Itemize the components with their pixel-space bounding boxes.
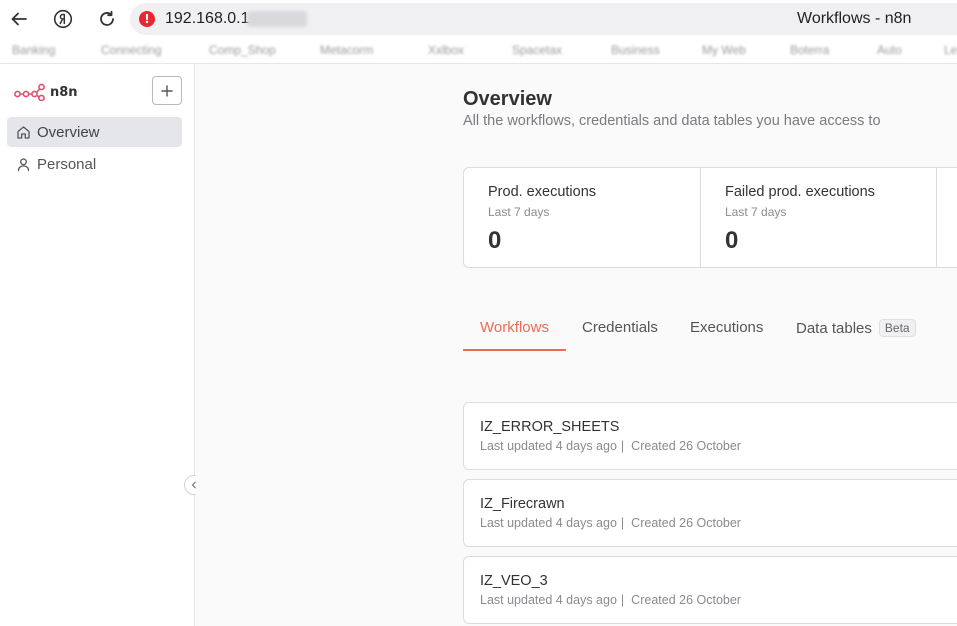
tab-workflows[interactable]: Workflows bbox=[463, 319, 566, 351]
reload-button[interactable] bbox=[94, 6, 120, 32]
address-url: 192.168.0.1 bbox=[165, 10, 250, 27]
bookmark-item[interactable]: Comp_Shop bbox=[209, 43, 276, 57]
bookmark-item[interactable]: Boterra bbox=[790, 43, 829, 57]
bookmark-item[interactable]: Spacetax bbox=[512, 43, 562, 57]
workflow-name: IZ_VEO_3 bbox=[480, 573, 548, 589]
workflow-meta: Last updated 4 days ago | Created 26 Octob… bbox=[480, 593, 741, 607]
bookmark-item[interactable]: Metacorm bbox=[320, 43, 373, 57]
sidebar: n8n Overview Personal bbox=[0, 64, 195, 626]
address-url-redacted bbox=[247, 11, 307, 27]
yandex-icon bbox=[53, 9, 73, 29]
meta-separator: | bbox=[620, 439, 625, 453]
browser-toolbar: ! 192.168.0.1 Workflows - n8n bbox=[0, 0, 957, 38]
bookmark-item[interactable]: Auto bbox=[877, 43, 902, 57]
execution-stats-panel: Prod. executions Last 7 days 0 Failed pr… bbox=[463, 167, 957, 268]
bookmark-item[interactable]: My Web bbox=[702, 43, 746, 57]
stat-failed-prod-executions[interactable]: Failed prod. executions Last 7 days 0 bbox=[701, 168, 937, 267]
meta-separator: | bbox=[620, 593, 625, 607]
workflow-card[interactable]: IZ_ERROR_SHEETS Last updated 4 days ago |… bbox=[463, 402, 957, 470]
page-subtitle: All the workflows, credentials and data … bbox=[463, 113, 881, 129]
stat-label: Prod. executions bbox=[488, 184, 597, 200]
yandex-button[interactable] bbox=[50, 6, 76, 32]
tab-executions[interactable]: Executions bbox=[690, 319, 763, 351]
sidebar-item-label: Personal bbox=[37, 155, 97, 173]
bookmark-item[interactable]: Business bbox=[611, 43, 660, 57]
stat-period: Last 7 days bbox=[725, 205, 787, 219]
workflow-updated: Last updated 4 days ago bbox=[480, 593, 617, 607]
main-content: Overview All the workflows, credentials … bbox=[196, 64, 957, 626]
workflow-card[interactable]: IZ_VEO_3 Last updated 4 days ago | Created… bbox=[463, 556, 957, 624]
workflow-name: IZ_Firecrawn bbox=[480, 496, 565, 512]
bookmark-item[interactable]: Connecting bbox=[101, 43, 162, 57]
workflow-updated: Last updated 4 days ago bbox=[480, 516, 617, 530]
brand-name: n8n bbox=[50, 84, 78, 100]
arrow-left-icon bbox=[11, 12, 27, 26]
home-icon bbox=[15, 124, 31, 140]
stat-value: 0 bbox=[725, 227, 739, 254]
user-icon bbox=[15, 156, 31, 172]
security-warning-icon[interactable]: ! bbox=[139, 11, 155, 27]
address-bar[interactable]: ! 192.168.0.1 Workflows - n8n bbox=[130, 3, 957, 35]
workflow-created: Created 26 October bbox=[631, 593, 741, 607]
sidebar-item-overview[interactable]: Overview bbox=[7, 117, 182, 147]
meta-separator: | bbox=[620, 516, 625, 530]
back-button[interactable] bbox=[6, 6, 32, 32]
tab-data-tables[interactable]: Data tables Beta bbox=[796, 319, 916, 351]
tab-credentials[interactable]: Credentials bbox=[582, 319, 658, 351]
stat-label: Failed prod. executions bbox=[725, 184, 875, 200]
page-title-tab: Workflows - n8n bbox=[797, 10, 912, 27]
workflow-name: IZ_ERROR_SHEETS bbox=[480, 419, 620, 435]
workflow-created: Created 26 October bbox=[631, 439, 741, 453]
reload-icon bbox=[100, 10, 114, 26]
create-button[interactable] bbox=[152, 76, 182, 105]
workflow-created: Created 26 October bbox=[631, 516, 741, 530]
brand-logo[interactable]: n8n bbox=[14, 83, 78, 101]
workflow-meta: Last updated 4 days ago | Created 26 Octob… bbox=[480, 516, 741, 530]
sidebar-item-label: Overview bbox=[37, 123, 100, 141]
page-title: Overview bbox=[463, 88, 552, 110]
beta-badge: Beta bbox=[878, 319, 916, 337]
workflow-updated: Last updated 4 days ago bbox=[480, 439, 617, 453]
bookmark-item[interactable]: Xxlbox bbox=[428, 43, 464, 57]
stat-value: 0 bbox=[488, 227, 502, 254]
bookmarks-bar: Banking Connecting Comp_Shop Metacorm Xx… bbox=[0, 38, 957, 64]
bookmark-item[interactable]: Le bbox=[944, 43, 957, 57]
tab-label: Data tables bbox=[796, 320, 872, 337]
n8n-logo-icon bbox=[14, 83, 45, 101]
workflow-card[interactable]: IZ_Firecrawn Last updated 4 days ago | Cre… bbox=[463, 479, 957, 547]
plus-icon bbox=[161, 84, 173, 97]
stat-prod-executions[interactable]: Prod. executions Last 7 days 0 bbox=[464, 168, 701, 267]
workflow-meta: Last updated 4 days ago | Created 26 Octob… bbox=[480, 439, 741, 453]
sidebar-item-personal[interactable]: Personal bbox=[7, 149, 182, 179]
stat-period: Last 7 days bbox=[488, 205, 550, 219]
bookmark-item[interactable]: Banking bbox=[12, 43, 55, 57]
